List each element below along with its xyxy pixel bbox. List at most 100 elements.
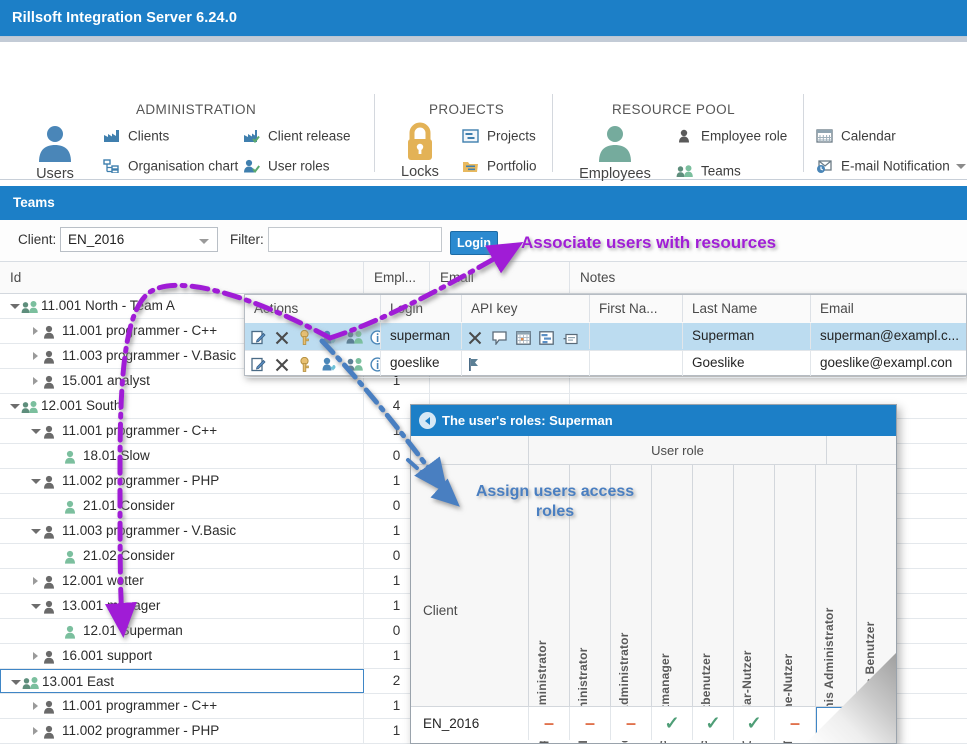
collapse-toggle-icon[interactable] xyxy=(10,294,21,318)
roles-group-folder-role: Folder role xyxy=(827,436,896,465)
roles-column-header[interactable]: Projektbenutzer xyxy=(693,465,734,743)
associate-resource-icon[interactable] xyxy=(322,323,342,349)
client-select[interactable]: EN_2016 xyxy=(60,227,218,252)
roles-cell[interactable]: – xyxy=(529,707,570,740)
menu-item-client-release[interactable]: Client release xyxy=(243,126,351,146)
employee-icon xyxy=(42,644,62,668)
chevron-down-icon xyxy=(199,239,209,244)
roles-cell[interactable]: – xyxy=(611,707,652,740)
user-roles-icon[interactable] xyxy=(346,350,366,376)
users-column-first-name[interactable]: First Na... xyxy=(590,295,683,322)
collapse-toggle-icon[interactable] xyxy=(31,594,42,618)
ribbon-divider-2 xyxy=(552,94,553,172)
collapse-toggle-icon[interactable] xyxy=(31,469,42,493)
table-row[interactable]: superman Superman superman@exampl.c... xyxy=(245,323,966,351)
employees-button[interactable]: Employees xyxy=(579,122,651,184)
tree-cell-id: 11.002 programmer - PHP xyxy=(0,719,364,743)
projects-icon xyxy=(462,129,482,145)
menu-item-clients[interactable]: Clients xyxy=(103,126,169,146)
flag-icon[interactable] xyxy=(468,350,488,376)
collapse-toggle-icon[interactable] xyxy=(31,419,42,443)
roles-column-header[interactable]: Root-Verzeichnis Administrator xyxy=(816,465,857,743)
tree-column-empl[interactable]: Empl... xyxy=(364,262,430,293)
calendar-icon[interactable] xyxy=(515,323,536,349)
roles-cell[interactable]: ✓ xyxy=(652,707,693,740)
users-column-login[interactable]: Login xyxy=(381,295,462,322)
expand-toggle-icon[interactable] xyxy=(31,569,42,593)
table-row[interactable]: EN_2016 – – – ✓ ✓ ✓ – ✓ – xyxy=(411,706,896,741)
roles-group-blank xyxy=(411,436,529,465)
menu-item-teams[interactable]: Teams xyxy=(676,161,741,181)
client-release-icon xyxy=(243,129,263,145)
roles-column-header[interactable]: Super Administrator xyxy=(529,465,570,743)
employee-icon xyxy=(42,594,62,618)
login-button[interactable]: Login xyxy=(450,231,498,255)
delete-icon[interactable] xyxy=(468,323,488,349)
roles-panel-title: The user's roles: Superman xyxy=(442,413,613,428)
key-icon[interactable] xyxy=(299,323,319,349)
delete-icon[interactable] xyxy=(275,350,295,376)
tree-column-notes[interactable]: Notes xyxy=(570,262,967,293)
associate-resource-icon[interactable] xyxy=(322,350,342,376)
users-column-api-key[interactable]: API key xyxy=(462,295,590,322)
back-arrow-icon[interactable] xyxy=(419,412,436,429)
menu-item-user-roles[interactable]: User roles xyxy=(243,156,330,176)
table-row[interactable]: goeslike Goeslike goeslike@exampl.con xyxy=(245,350,966,378)
tree-column-id[interactable]: Id xyxy=(0,262,364,293)
users-button-label: Users xyxy=(36,166,74,182)
roles-cell[interactable]: – xyxy=(775,707,816,740)
roles-cell[interactable]: – xyxy=(570,707,611,740)
chevron-down-icon[interactable] xyxy=(955,163,966,169)
menu-item-employee-role[interactable]: Employee role xyxy=(676,126,787,146)
collapse-toggle-icon[interactable] xyxy=(31,519,42,543)
dash-icon: – xyxy=(584,713,595,733)
menu-item-portfolio[interactable]: Portfolio xyxy=(462,156,537,176)
menu-item-email-notification[interactable]: E-mail Notification xyxy=(816,156,966,176)
roles-column-header[interactable]: Timeline-Nutzer xyxy=(775,465,816,743)
card-icon[interactable] xyxy=(563,323,583,349)
tree-cell-id: 11.001 programmer - C++ xyxy=(0,694,364,718)
roles-cell[interactable]: – xyxy=(857,707,896,740)
locks-button-label: Locks xyxy=(401,164,439,180)
users-button[interactable]: Users xyxy=(30,122,80,184)
locks-button[interactable]: Locks xyxy=(398,120,442,182)
roles-column-header[interactable]: RIS Administrator xyxy=(570,465,611,743)
users-column-last-name[interactable]: Last Name xyxy=(683,295,811,322)
filter-input[interactable] xyxy=(268,227,442,252)
timeline-icon[interactable] xyxy=(539,323,559,349)
delete-icon[interactable] xyxy=(275,323,295,349)
roles-column-header[interactable]: Root-Verzeichnis Benutzer xyxy=(857,465,896,743)
info-icon[interactable] xyxy=(370,323,380,349)
tree-column-email[interactable]: Email xyxy=(430,262,570,293)
roles-column-header[interactable]: ICalendar-Nutzer xyxy=(734,465,775,743)
info-icon[interactable] xyxy=(370,350,380,376)
expand-toggle-icon[interactable] xyxy=(31,719,42,743)
collapse-toggle-icon[interactable] xyxy=(11,670,22,694)
users-column-email[interactable]: Email xyxy=(811,295,967,322)
users-column-actions[interactable]: Actions xyxy=(245,295,381,322)
expand-toggle-icon[interactable] xyxy=(31,644,42,668)
expand-toggle-icon[interactable] xyxy=(31,369,42,393)
roles-cell[interactable]: ✓ xyxy=(693,707,734,740)
edit-icon[interactable] xyxy=(251,350,271,376)
roles-cell[interactable]: ✓ xyxy=(816,707,857,740)
roles-column-header[interactable]: Projektmanager xyxy=(652,465,693,743)
expand-toggle-icon[interactable] xyxy=(31,344,42,368)
menu-item-projects[interactable]: Projects xyxy=(462,126,536,146)
roles-column-header[interactable]: Mandant Administrator xyxy=(611,465,652,743)
expand-toggle-icon[interactable] xyxy=(31,319,42,343)
expand-toggle-icon[interactable] xyxy=(31,694,42,718)
menu-item-organisation-chart[interactable]: Organisation chart xyxy=(103,156,238,176)
group-title-resource-pool: RESOURCE POOL xyxy=(612,102,735,117)
edit-icon[interactable] xyxy=(251,323,271,349)
key-icon[interactable] xyxy=(299,350,319,376)
check-icon: ✓ xyxy=(746,713,762,733)
user-roles-icon[interactable] xyxy=(346,323,366,349)
comment-icon[interactable] xyxy=(492,323,512,349)
menu-item-calendar[interactable]: Calendar xyxy=(816,126,896,146)
users-row-email: goeslike@exampl.con xyxy=(820,355,953,370)
person-icon xyxy=(63,544,83,568)
roles-cell[interactable]: ✓ xyxy=(734,707,775,740)
collapse-toggle-icon[interactable] xyxy=(10,394,21,418)
menu-item-projects-label: Projects xyxy=(487,128,536,144)
